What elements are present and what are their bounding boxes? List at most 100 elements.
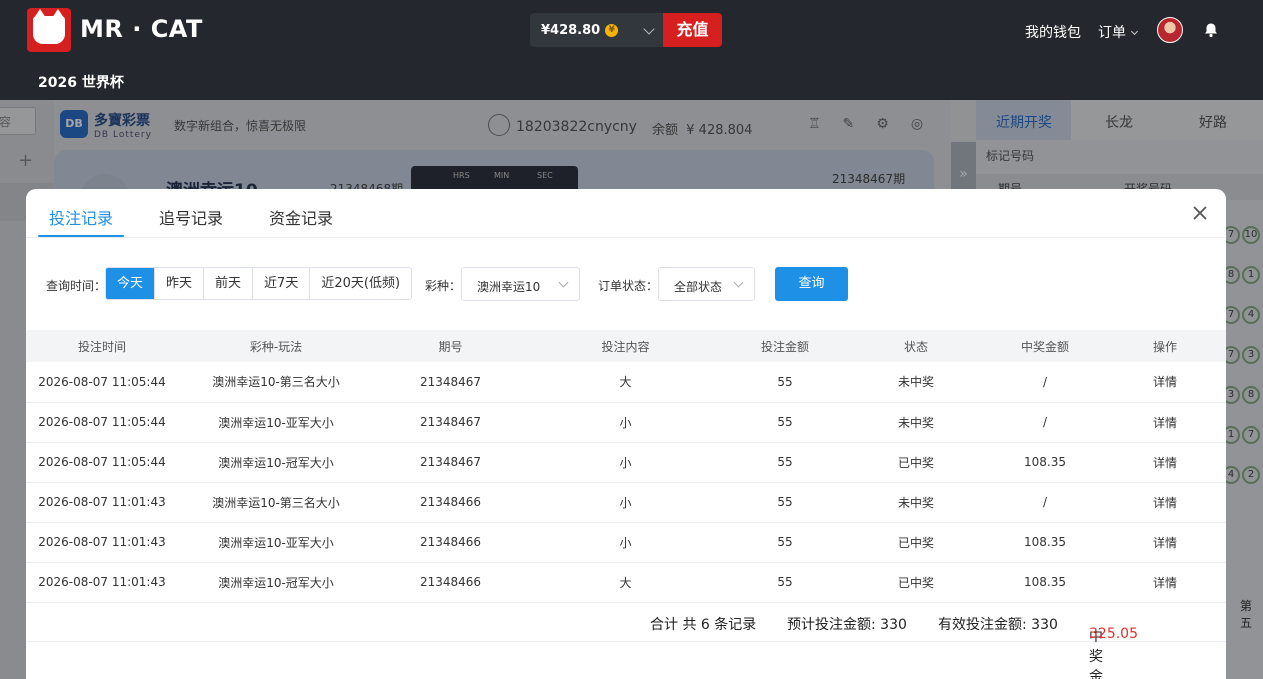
detail-link[interactable]: 详情 (1104, 562, 1226, 603)
cell-bet-time: 2026-08-07 11:01:43 (26, 522, 178, 563)
time-range-selector: 今天 昨天 前天 近7天 近20天(低频) (105, 267, 413, 300)
detail-link[interactable]: 详情 (1104, 482, 1226, 523)
cell-bet-amount: 55 (724, 362, 846, 403)
chevron-down-icon (643, 23, 655, 35)
cell-bet-time: 2026-08-07 11:05:44 (26, 442, 178, 483)
cell-win-amount: 108.35 (986, 522, 1104, 563)
cell-status: 已中奖 (846, 562, 986, 603)
close-icon[interactable] (1192, 205, 1208, 221)
tab-bet-records[interactable]: 投注记录 (49, 205, 113, 229)
cell-bet-time: 2026-08-07 11:01:43 (26, 482, 178, 523)
chevron-down-icon (558, 277, 569, 288)
orders-menu[interactable]: 订单 (1098, 22, 1139, 42)
cell-bet-time: 2026-08-07 11:05:44 (26, 362, 178, 403)
detail-link[interactable]: 详情 (1104, 402, 1226, 443)
time-option-7days[interactable]: 近7天 (252, 268, 309, 299)
col-bet-time: 投注时间 (26, 330, 178, 362)
bell-icon[interactable] (1203, 22, 1219, 38)
cell-game-play: 澳洲幸运10-冠军大小 (178, 442, 374, 483)
summary-win-value: 325.05 (1089, 626, 1138, 642)
cell-bet-content: 小 (527, 402, 724, 443)
summary-total: 合计 共 6 条记录 (650, 617, 757, 633)
cell-bet-amount: 55 (724, 522, 846, 563)
col-issue: 期号 (374, 330, 527, 362)
col-bet-amount: 投注金额 (724, 330, 846, 362)
table-row: 2026-08-07 11:01:43 澳洲幸运10-冠军大小 21348466 大 5… (26, 562, 1226, 603)
summary-effective: 有效投注金额: 330 (938, 617, 1058, 633)
cell-status: 未中奖 (846, 402, 986, 443)
cell-win-amount: / (986, 362, 1104, 403)
col-operation: 操作 (1104, 330, 1226, 362)
cell-win-amount: / (986, 482, 1104, 523)
wallet-link[interactable]: 我的钱包 (1025, 22, 1081, 42)
cell-win-amount: 108.35 (986, 442, 1104, 483)
cell-bet-amount: 55 (724, 482, 846, 523)
tab-fund-records[interactable]: 资金记录 (269, 205, 333, 229)
table-row: 2026-08-07 11:05:44 澳洲幸运10-冠军大小 21348467 小 5… (26, 442, 1226, 483)
col-game-play: 彩种-玩法 (178, 330, 374, 362)
cell-game-play: 澳洲幸运10-第三名大小 (178, 362, 374, 403)
status-select[interactable]: 全部状态 (658, 267, 755, 301)
cell-issue: 21348467 (374, 362, 527, 403)
cell-bet-amount: 55 (724, 562, 846, 603)
cell-game-play: 澳洲幸运10-亚军大小 (178, 522, 374, 563)
cell-win-amount: / (986, 402, 1104, 443)
top-header: MR · CAT 2026 世界杯 ¥428.80 ¥ 充值 我的钱包 订单 (0, 0, 1263, 100)
cell-issue: 21348467 (374, 442, 527, 483)
lottery-select-value: 澳洲幸运10 (477, 280, 541, 294)
balance-dropdown[interactable]: ¥428.80 ¥ (530, 13, 663, 47)
cell-status: 已中奖 (846, 442, 986, 483)
cell-bet-content: 大 (527, 362, 724, 403)
summary-expected: 预计投注金额: 330 (787, 617, 907, 633)
avatar[interactable] (1157, 17, 1183, 43)
cell-bet-time: 2026-08-07 11:05:44 (26, 402, 178, 443)
summary-bar: 合计 共 6 条记录 预计投注金额: 330 有效投注金额: 330 中奖金额:… (26, 602, 1226, 679)
cell-bet-content: 大 (527, 562, 724, 603)
table-row: 2026-08-07 11:05:44 澳洲幸运10-亚军大小 21348467 小 5… (26, 402, 1226, 443)
cell-status: 未中奖 (846, 482, 986, 523)
time-filter-label: 查询时间： (46, 279, 107, 293)
table-row: 2026-08-07 11:05:44 澳洲幸运10-第三名大小 21348467 大… (26, 362, 1226, 403)
brand-name[interactable]: MR · CAT (80, 15, 203, 43)
coin-icon: ¥ (605, 23, 619, 37)
table-header-row: 投注时间 彩种-玩法 期号 投注内容 投注金额 状态 中奖金额 操作 (26, 330, 1226, 362)
cell-bet-content: 小 (527, 482, 724, 523)
cell-game-play: 澳洲幸运10-第三名大小 (178, 482, 374, 523)
cell-bet-time: 2026-08-07 11:01:43 (26, 562, 178, 603)
tab-chase-records[interactable]: 追号记录 (159, 205, 223, 229)
status-select-value: 全部状态 (674, 280, 723, 294)
detail-link[interactable]: 详情 (1104, 362, 1226, 403)
table-row: 2026-08-07 11:01:43 澳洲幸运10-第三名大小 21348466 小… (26, 482, 1226, 523)
bet-records-modal: 投注记录 追号记录 资金记录 查询时间： 今天 昨天 前天 近7天 近20天(低… (26, 189, 1226, 679)
cell-issue: 21348466 (374, 482, 527, 523)
time-option-day-before[interactable]: 前天 (203, 268, 252, 299)
detail-link[interactable]: 详情 (1104, 442, 1226, 483)
table-row: 2026-08-07 11:01:43 澳洲幸运10-亚军大小 21348466 小 5… (26, 522, 1226, 563)
status-filter-label: 订单状态： (598, 279, 659, 293)
cell-game-play: 澳洲幸运10-冠军大小 (178, 562, 374, 603)
cell-status: 已中奖 (846, 522, 986, 563)
cell-status: 未中奖 (846, 362, 986, 403)
lottery-select[interactable]: 澳洲幸运10 (461, 267, 580, 301)
cell-issue: 21348466 (374, 522, 527, 563)
cell-bet-content: 小 (527, 442, 724, 483)
recharge-button[interactable]: 充值 (663, 13, 722, 47)
detail-link[interactable]: 详情 (1104, 522, 1226, 563)
bet-records-table: 投注时间 彩种-玩法 期号 投注内容 投注金额 状态 中奖金额 操作 2026-… (26, 330, 1226, 603)
col-bet-content: 投注内容 (527, 330, 724, 362)
chevron-down-icon (1130, 27, 1139, 36)
cell-win-amount: 108.35 (986, 562, 1104, 603)
worldcup-link[interactable]: 2026 世界杯 (38, 72, 124, 92)
filter-bar: 查询时间： 今天 昨天 前天 近7天 近20天(低频) 彩种： 澳洲幸运10 订… (26, 267, 1226, 303)
cat-logo-icon[interactable] (27, 8, 71, 52)
time-option-today[interactable]: 今天 (106, 268, 155, 299)
orders-label: 订单 (1098, 25, 1126, 41)
cell-issue: 21348467 (374, 402, 527, 443)
time-option-20days[interactable]: 近20天(低频) (309, 268, 411, 299)
col-win-amount: 中奖金额 (986, 330, 1104, 362)
time-option-yesterday[interactable]: 昨天 (154, 268, 203, 299)
cell-game-play: 澳洲幸运10-亚军大小 (178, 402, 374, 443)
query-button[interactable]: 查询 (775, 267, 848, 301)
col-status: 状态 (846, 330, 986, 362)
cell-bet-content: 小 (527, 522, 724, 563)
